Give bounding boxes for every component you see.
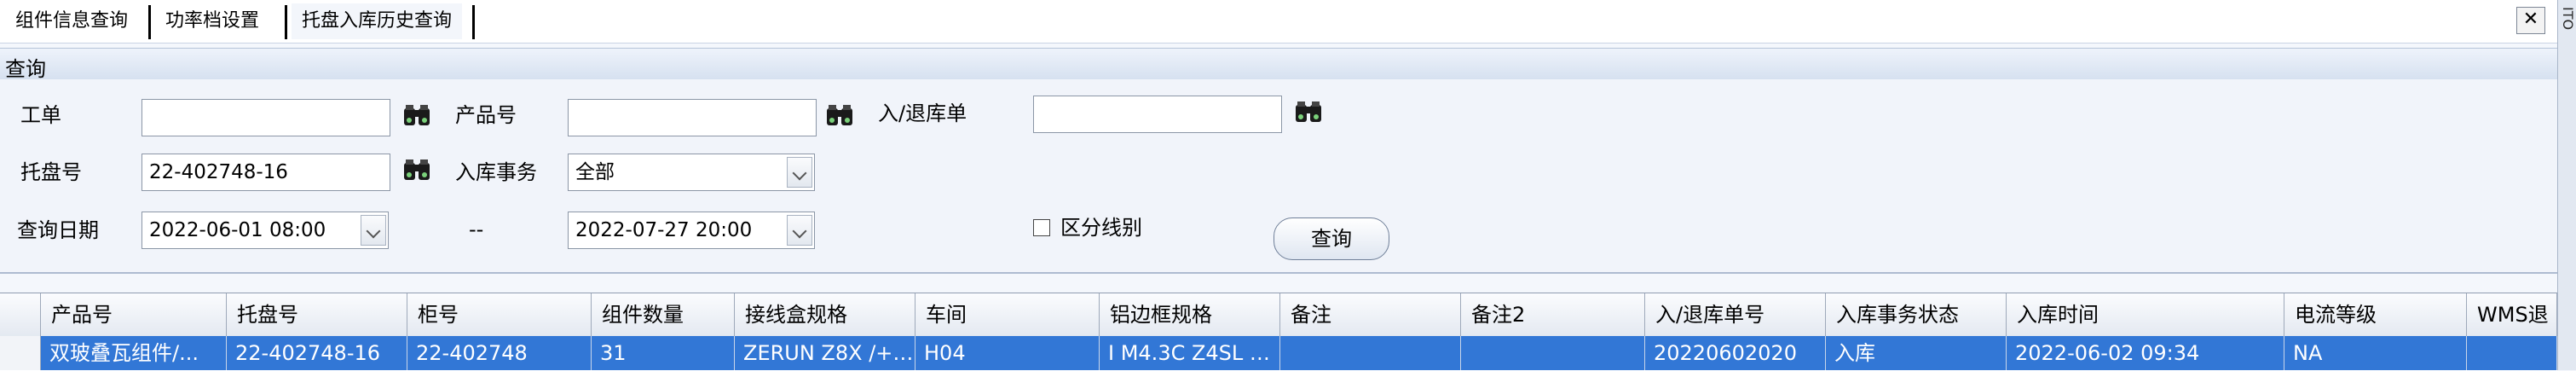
date-to-picker[interactable]: 2022-07-27 20:00 — [568, 212, 815, 249]
date-from-picker[interactable]: 2022-06-01 08:00 — [142, 212, 389, 249]
side-panel-label: ITO — [2560, 7, 2576, 31]
column-header-remark2[interactable]: 备注2 — [1461, 293, 1645, 336]
column-header-remark[interactable]: 备注 — [1280, 293, 1461, 336]
cell-wms-return — [2467, 336, 2557, 370]
cell-inout-order-no: 20220602020 — [1645, 336, 1826, 370]
tab-component-info-query[interactable]: 组件信息查询 — [5, 3, 138, 39]
column-header-inout-order-no[interactable]: 入/退库单号 — [1645, 293, 1826, 336]
column-header-wms-return[interactable]: WMS退 — [2467, 293, 2557, 336]
results-grid: 产品号 托盘号 柜号 组件数量 接线盒规格 车间 铝边框规格 备注 备注2 入/… — [0, 293, 2557, 371]
column-header-transaction-status[interactable]: 入库事务状态 — [1826, 293, 2007, 336]
close-icon: ✕ — [2522, 9, 2539, 30]
grid-header: 产品号 托盘号 柜号 组件数量 接线盒规格 车间 铝边框规格 备注 备注2 入/… — [0, 293, 2557, 337]
cell-current-grade: NA — [2284, 336, 2467, 370]
work-order-lookup-button[interactable] — [402, 101, 433, 130]
distinguish-line-checkbox[interactable] — [1033, 219, 1050, 236]
side-panel-strip[interactable]: ITO — [2557, 0, 2576, 370]
column-header-pallet[interactable]: 托盘号 — [227, 293, 407, 336]
row-indicator-header — [0, 293, 41, 336]
distinguish-line-label[interactable]: 区分线别 — [1060, 215, 1142, 241]
binoculars-icon — [404, 105, 430, 125]
cell-inbound-time: 2022-06-02 09:34 — [2007, 336, 2284, 370]
inout-order-input[interactable] — [1033, 96, 1282, 133]
pallet-input[interactable] — [142, 154, 390, 191]
pallet-lookup-button[interactable] — [402, 156, 433, 185]
tab-power-grade-settings[interactable]: 功率档设置 — [155, 3, 269, 39]
product-lookup-button[interactable] — [825, 101, 856, 130]
cell-workshop: H04 — [915, 336, 1100, 370]
binoculars-icon — [1296, 101, 1321, 122]
cell-remark — [1280, 336, 1461, 370]
cell-cabinet: 22-402748 — [407, 336, 592, 370]
tab-separator — [472, 5, 475, 39]
product-input[interactable] — [568, 99, 817, 136]
date-to-value: 2022-07-27 20:00 — [575, 219, 753, 241]
cell-remark2 — [1461, 336, 1645, 370]
tab-separator — [285, 5, 287, 39]
query-date-label: 查询日期 — [17, 218, 99, 242]
query-panel-header: 查询 — [0, 48, 2557, 81]
date-from-value: 2022-06-01 08:00 — [149, 219, 326, 241]
cell-pallet: 22-402748-16 — [227, 336, 407, 370]
pallet-label: 托盘号 — [20, 160, 82, 184]
date-range-separator: -- — [469, 217, 484, 241]
column-header-current-grade[interactable]: 电流等级 — [2284, 293, 2467, 336]
cell-product: 双玻叠瓦组件/... — [41, 336, 227, 370]
work-order-input[interactable] — [142, 99, 390, 136]
cell-module-count: 31 — [592, 336, 735, 370]
column-header-cabinet[interactable]: 柜号 — [407, 293, 592, 336]
product-label: 产品号 — [455, 103, 517, 127]
binoculars-icon — [827, 105, 852, 125]
cell-transaction-status: 入库 — [1826, 336, 2007, 370]
inout-order-label: 入/退库单 — [878, 101, 967, 125]
column-header-module-count[interactable]: 组件数量 — [592, 293, 735, 336]
column-header-product[interactable]: 产品号 — [41, 293, 227, 336]
cell-frame-spec: I M4.3C Z4SL 1... — [1100, 336, 1280, 370]
column-header-frame-spec[interactable]: 铝边框规格 — [1100, 293, 1280, 336]
tab-pallet-history-query[interactable]: 托盘入库历史查询 — [292, 3, 463, 39]
chevron-down-icon[interactable] — [361, 215, 386, 246]
cell-junction-box: ZERUN Z8X /+3... — [735, 336, 915, 370]
column-header-workshop[interactable]: 车间 — [915, 293, 1100, 336]
tab-strip: 组件信息查询 功率档设置 托盘入库历史查询 ✕ — [0, 0, 2557, 43]
close-tab-button[interactable]: ✕ — [2516, 7, 2545, 34]
binoculars-icon — [404, 159, 430, 180]
query-panel-title: 查询 — [5, 57, 46, 81]
transaction-select[interactable]: 全部 — [568, 154, 815, 191]
column-header-inbound-time[interactable]: 入库时间 — [2007, 293, 2284, 336]
work-order-label: 工单 — [20, 103, 61, 127]
tab-separator — [148, 5, 151, 39]
transaction-select-value: 全部 — [575, 161, 615, 183]
table-row[interactable]: 双玻叠瓦组件/... 22-402748-16 22-402748 31 ZER… — [0, 336, 2557, 370]
inout-order-lookup-button[interactable] — [1294, 98, 1325, 127]
row-indicator[interactable] — [0, 336, 41, 370]
query-button[interactable]: 查询 — [1274, 217, 1389, 260]
transaction-label: 入库事务 — [455, 160, 537, 184]
chevron-down-icon[interactable] — [787, 215, 812, 246]
chevron-down-icon[interactable] — [787, 157, 812, 188]
column-header-junction-box[interactable]: 接线盒规格 — [735, 293, 915, 336]
